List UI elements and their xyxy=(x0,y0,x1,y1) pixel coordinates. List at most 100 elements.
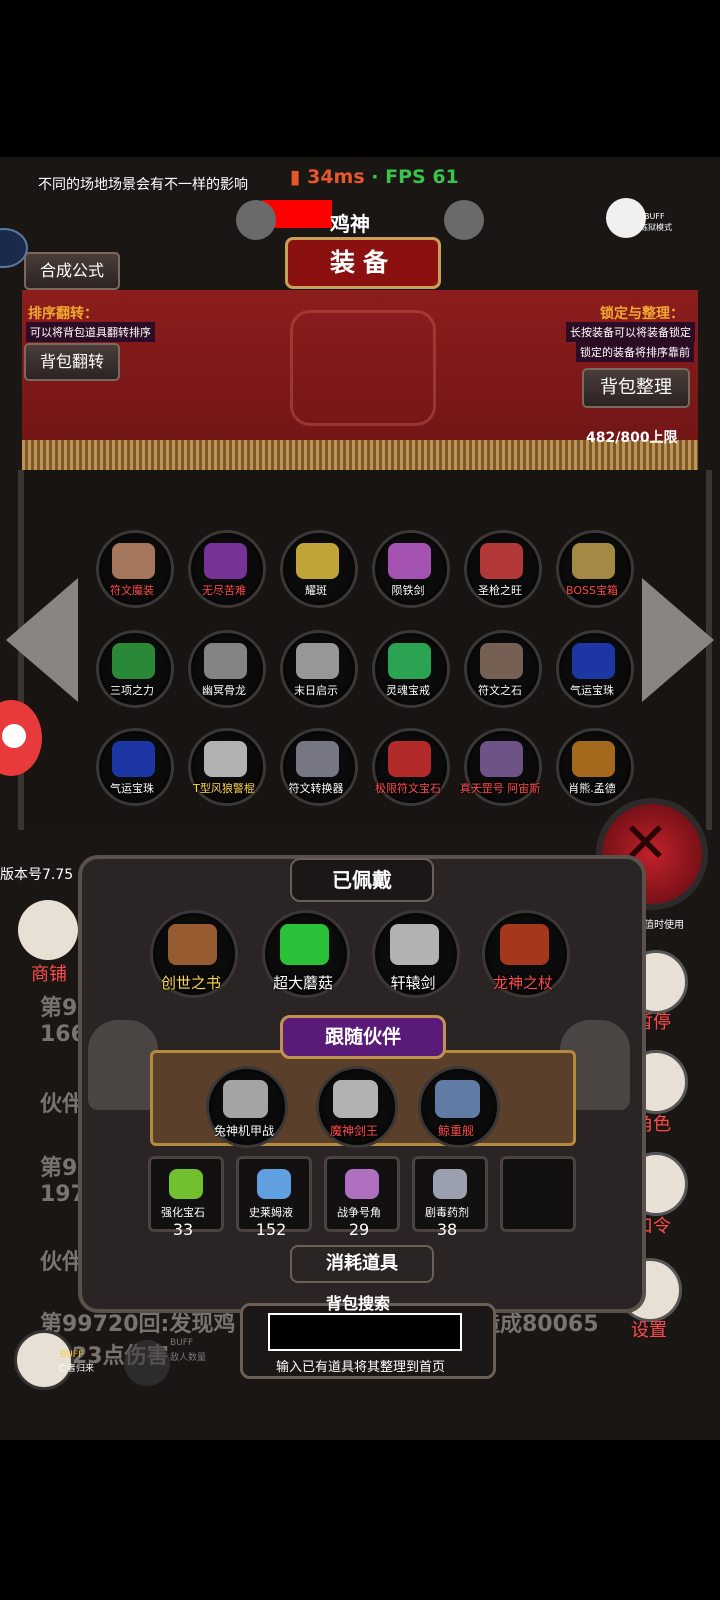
item-slot[interactable]: 符文魔装 xyxy=(96,530,174,608)
mode-label: 炼狱模式 xyxy=(640,223,672,232)
consumable-slot[interactable]: 战争号角 29 xyxy=(324,1156,400,1239)
signal-icon: ▮ xyxy=(290,166,301,188)
item-icon xyxy=(111,543,156,580)
consumable-frame[interactable] xyxy=(500,1156,576,1232)
item-slot[interactable]: 轩辕剑 xyxy=(372,910,460,998)
flip-bag-button[interactable]: 背包翻转 xyxy=(24,343,120,381)
item-name: 极限符文宝石 xyxy=(375,782,441,795)
search-title: 背包搜索 xyxy=(326,1294,391,1313)
item-icon xyxy=(571,543,616,580)
item-slot[interactable]: T型风狼警棍 xyxy=(188,728,266,806)
left-dragon-ornament-icon xyxy=(88,1020,158,1110)
item-name: 轩辕剑 xyxy=(390,974,436,992)
settings-label[interactable]: 设置 xyxy=(614,1316,684,1342)
prev-page-arrow-icon[interactable] xyxy=(6,578,78,702)
item-slot[interactable]: 极限符文宝石 xyxy=(372,728,450,806)
item-slot[interactable]: 符文转换器 xyxy=(280,728,358,806)
item-slot[interactable]: 灵魂宝戒 xyxy=(372,630,450,708)
item-slot[interactable]: 真天罡号 阿宙斯 xyxy=(460,728,542,806)
item-icon xyxy=(479,741,524,778)
item-icon xyxy=(295,643,340,680)
fps-value: FPS 61 xyxy=(385,166,459,188)
organize-bag-button[interactable]: 背包整理 xyxy=(582,368,690,408)
consumable-icon xyxy=(257,1169,291,1199)
consumable-icon xyxy=(433,1169,467,1199)
version-label: 版本号7.75 xyxy=(0,867,74,883)
item-icon xyxy=(499,924,549,966)
item-slot[interactable]: 耀斑 xyxy=(280,530,358,608)
buff2-label: BUFF xyxy=(170,1338,194,1348)
item-slot[interactable]: 兔神机甲战 xyxy=(206,1066,288,1148)
item-slot[interactable]: 无尽苦难 xyxy=(188,530,266,608)
item-slot[interactable]: 陨铁剑 xyxy=(372,530,450,608)
buff1-label: BUFF xyxy=(60,1350,84,1360)
item-icon xyxy=(434,1079,481,1118)
item-slot[interactable]: 符文之石 xyxy=(464,630,542,708)
sort-title: 排序翻转： xyxy=(28,306,98,322)
item-name: 末日启示 xyxy=(294,684,338,697)
item-name: 鲸重舰 xyxy=(437,1124,474,1138)
item-icon xyxy=(387,741,432,778)
ping-value: 34ms xyxy=(307,166,365,188)
item-slot[interactable]: 幽冥骨龙 xyxy=(188,630,266,708)
item-name: T型风狼警棍 xyxy=(193,782,255,795)
consumable-count: 152 xyxy=(255,1220,287,1239)
item-slot[interactable]: BOSS宝箱 xyxy=(556,530,634,608)
consumable-name: 史莱姆液 xyxy=(249,1206,293,1219)
synthesis-button[interactable]: 合成公式 xyxy=(24,252,120,290)
item-name: 符文转换器 xyxy=(288,782,344,795)
item-slot[interactable]: 三项之力 xyxy=(96,630,174,708)
item-name: 真天罡号 阿宙斯 xyxy=(459,782,541,795)
skull-buff-icon[interactable] xyxy=(14,1330,74,1390)
consumables-title: 消耗道具 xyxy=(290,1245,434,1283)
item-icon xyxy=(571,643,616,680)
consumable-name: 强化宝石 xyxy=(161,1206,205,1219)
right-skull-ornament-icon xyxy=(444,200,484,240)
consumable-count: 38 xyxy=(436,1220,458,1239)
item-slot[interactable]: 末日启示 xyxy=(280,630,358,708)
item-name: 超大蘑菇 xyxy=(272,974,333,992)
item-icon xyxy=(387,643,432,680)
consumable-name: 剧毒药剂 xyxy=(425,1206,469,1219)
consumable-slot[interactable]: 强化宝石 33 xyxy=(148,1156,224,1239)
item-icon xyxy=(332,1079,379,1118)
item-icon xyxy=(479,643,524,680)
item-slot[interactable]: 龙神之杖 xyxy=(482,910,570,998)
consumable-icon xyxy=(169,1169,203,1199)
item-icon xyxy=(295,543,340,580)
buff1-desc: 亡者归来 xyxy=(58,1364,95,1374)
item-slot[interactable]: 创世之书 xyxy=(150,910,238,998)
consumable-count: 33 xyxy=(172,1220,194,1239)
consumable-slot[interactable] xyxy=(500,1156,576,1232)
sort-hint: 可以将背包道具翻转排序 xyxy=(26,322,155,342)
item-slot[interactable]: 气运宝珠 xyxy=(96,728,174,806)
item-icon xyxy=(111,741,156,778)
item-slot[interactable]: 肖熊.孟德 xyxy=(556,728,634,806)
scene-tip: 不同的场地场景会有不一样的影响 xyxy=(38,177,248,193)
item-slot[interactable]: 鲸重舰 xyxy=(418,1066,500,1148)
lock-hint-1: 长按装备可以将装备锁定 xyxy=(566,322,695,342)
mode-buff-label: BUFF xyxy=(644,212,665,221)
shop-label[interactable]: 商铺 xyxy=(14,960,84,986)
page-title: 装备 xyxy=(285,237,441,289)
next-page-arrow-icon[interactable] xyxy=(642,578,714,702)
consumable-slot[interactable]: 史莱姆液 152 xyxy=(236,1156,312,1239)
item-name: 气运宝珠 xyxy=(570,684,614,697)
item-slot[interactable]: 气运宝珠 xyxy=(556,630,634,708)
item-name: 无尽苦难 xyxy=(202,584,246,597)
player-name: 鸡神 xyxy=(330,212,370,236)
search-input[interactable] xyxy=(268,1313,462,1351)
bag-capacity: 482/800上限 xyxy=(586,430,678,446)
item-name: 兔神机甲战 xyxy=(213,1124,274,1138)
item-slot[interactable]: 超大蘑菇 xyxy=(262,910,350,998)
consumable-slot[interactable]: 剧毒药剂 38 xyxy=(412,1156,488,1239)
enemy-count-buff-icon[interactable] xyxy=(124,1340,170,1386)
log-line: 第9 xyxy=(40,996,78,1021)
item-slot[interactable]: 魔神剑王 xyxy=(316,1066,398,1148)
item-slot[interactable]: 圣枪之旺 xyxy=(464,530,542,608)
item-icon xyxy=(571,741,616,778)
shop-icon[interactable] xyxy=(18,900,78,960)
item-icon xyxy=(111,643,156,680)
lock-hint-2: 锁定的装备将排序靠前 xyxy=(576,342,694,362)
consumable-count: 29 xyxy=(348,1220,370,1239)
